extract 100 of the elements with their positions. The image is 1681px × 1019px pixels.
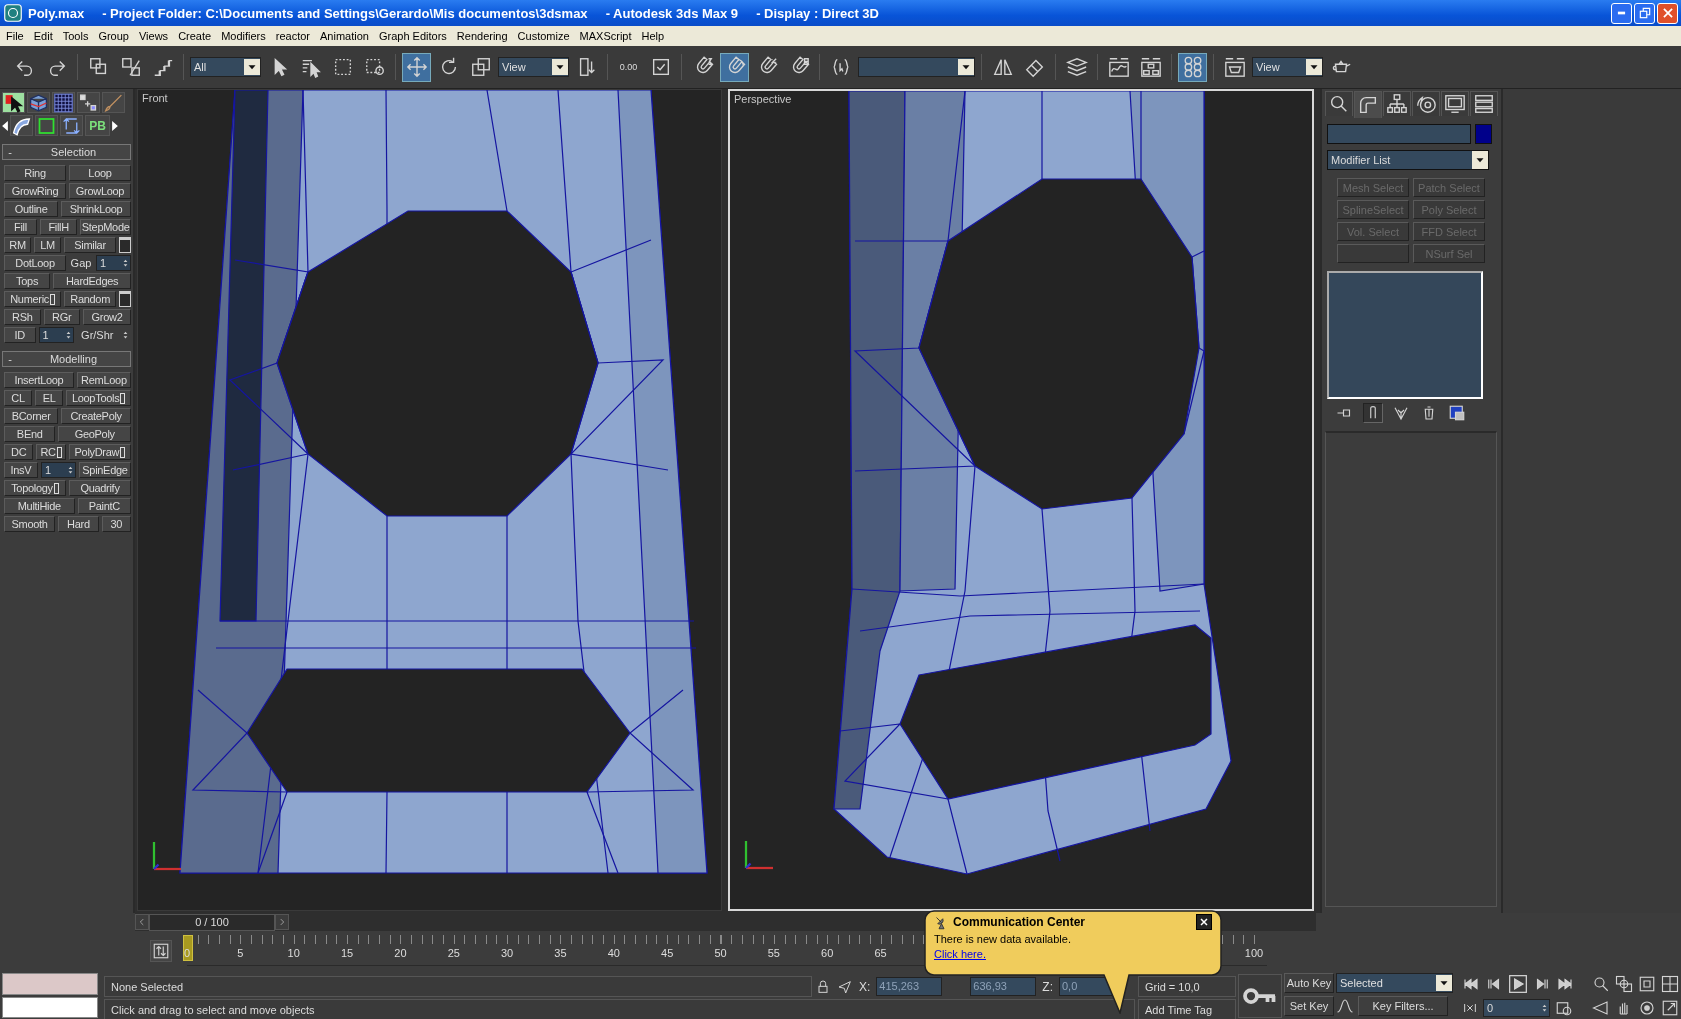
tool-button[interactable]: SpinEdge [78,462,131,478]
toolbar-button[interactable] [720,52,749,82]
spinner-field[interactable]: 1 [40,462,76,478]
panel-tool-button[interactable] [35,115,58,136]
menu-item[interactable]: Rendering [451,30,513,42]
toolbar-button[interactable] [402,52,431,82]
stack-tool-button[interactable] [1447,403,1467,423]
tool-button[interactable]: BCorner [4,408,59,424]
spinner-field[interactable]: 1 [38,327,74,343]
menu-item[interactable]: Views [133,30,174,42]
tool-button[interactable]: RemLoop [76,372,131,388]
next-frame-button[interactable] [275,914,289,930]
time-slider-handle[interactable]: 0 / 100 [149,913,275,931]
viewport[interactable]: Front [137,89,722,911]
viewport[interactable]: Perspective [728,89,1314,911]
tool-button[interactable]: Grow2 [83,309,131,325]
tool-button[interactable]: MultiHide [4,498,75,514]
rollout-header[interactable]: - Selection [2,144,131,160]
tool-button[interactable]: FillH [39,219,78,235]
tool-button[interactable]: PaintC [77,498,131,514]
tool-button[interactable]: StepMode [80,219,131,235]
tool-button[interactable]: RGr [43,309,80,325]
toolbar-button[interactable] [1178,52,1207,82]
collapse-toggle[interactable]: - [3,146,17,158]
panel-tool-button[interactable] [2,92,25,113]
tool-button[interactable]: RC [36,444,66,460]
close-button[interactable] [1196,914,1212,930]
current-frame-field[interactable]: 0 [1483,998,1550,1017]
collapse-toggle[interactable]: - [3,353,17,365]
spinner-field[interactable]: 1 [96,255,131,271]
panel-tab[interactable] [1354,91,1382,118]
tool-button[interactable]: DC [4,444,34,460]
panel-tab[interactable] [1325,91,1353,116]
tool-button[interactable]: GrowLoop [69,183,131,199]
tool-button[interactable]: Outline [4,201,59,217]
set-key-button[interactable]: Set Key [1284,996,1334,1016]
viewport-label[interactable]: Perspective [734,93,792,105]
menu-item[interactable]: Create [173,30,217,42]
menu-item[interactable]: File [1,30,29,42]
tool-button[interactable]: Topology [4,480,66,496]
viewport-label[interactable]: Front [142,92,168,104]
tool-button[interactable]: HardEdges [53,273,131,289]
menu-item[interactable]: Customize [512,30,575,42]
menu-item[interactable]: Help [636,30,670,42]
tool-button[interactable]: Tops [4,273,51,289]
tool-button[interactable]: LoopTools [66,390,131,406]
script-output-field[interactable] [2,996,98,1018]
tool-button[interactable]: Loop [69,165,131,181]
menu-item[interactable]: Group [93,30,134,42]
tool-button[interactable]: BEnd [4,426,56,442]
tool-button[interactable]: Ring [4,165,66,181]
restore-button[interactable] [1634,2,1655,24]
minimize-button[interactable] [1611,2,1632,24]
add-time-tag-button[interactable]: Add Time Tag [1138,999,1236,1019]
tool-button[interactable]: EL [35,390,64,406]
tool-button[interactable]: PolyDraw [68,444,131,460]
tool-button[interactable]: Fill [4,219,37,235]
tool-button[interactable]: Smooth [4,516,56,532]
menu-item[interactable]: Edit [28,30,58,42]
frame-marker[interactable] [183,935,193,961]
menu-item[interactable]: Graph Editors [373,30,452,42]
panel-tool-button[interactable] [77,92,100,113]
script-input-field[interactable] [2,973,98,995]
color-swatch[interactable] [1475,124,1492,144]
menu-item[interactable]: reactor [270,30,316,42]
rollout-header[interactable]: - Modelling [2,351,131,367]
tool-button[interactable]: 30 [101,516,131,532]
auto-key-button[interactable]: Auto Key [1284,973,1334,993]
dropdown[interactable]: All [190,57,261,77]
panel-tab[interactable] [1470,91,1498,116]
modifier-stack[interactable] [1327,271,1483,399]
panel-tab-button[interactable]: PB [85,115,110,136]
key-filters-button[interactable]: Key Filters... [1358,996,1448,1016]
panel-tab[interactable] [1383,91,1411,116]
tool-button[interactable]: GeoPoly [58,426,131,442]
option-button[interactable] [119,291,131,307]
tool-button[interactable]: InsV [4,462,38,478]
dropdown[interactable] [858,57,975,77]
tool-button[interactable]: LM [34,237,61,253]
tool-button[interactable]: InsertLoop [4,372,74,388]
tool-button[interactable]: RM [4,237,31,253]
modifier-list-dropdown[interactable]: Modifier List [1327,150,1489,170]
tool-button[interactable]: CreatePoly [61,408,131,424]
tool-button[interactable]: ID [4,327,36,343]
tool-button[interactable]: RSh [4,309,41,325]
menu-item[interactable]: MAXScript [574,30,637,42]
tool-button[interactable]: Random [64,291,116,307]
tool-button[interactable]: Similar [64,237,116,253]
menu-item[interactable]: Animation [315,30,374,42]
x-coordinate-field[interactable]: 415,263 [876,977,943,996]
key-mode-dropdown[interactable]: Selected [1336,973,1453,993]
dropdown[interactable]: View [498,57,569,77]
tool-button[interactable]: DotLoop [4,255,66,271]
y-coordinate-field[interactable]: 636,93 [970,977,1037,996]
option-button[interactable] [119,237,131,253]
panel-tool-button[interactable] [10,115,33,136]
set-keys-button[interactable] [1238,973,1282,1018]
popup-link[interactable]: Click here. [934,948,986,960]
curve-editor-button[interactable] [150,940,172,962]
tool-button[interactable]: Numeric [4,291,62,307]
